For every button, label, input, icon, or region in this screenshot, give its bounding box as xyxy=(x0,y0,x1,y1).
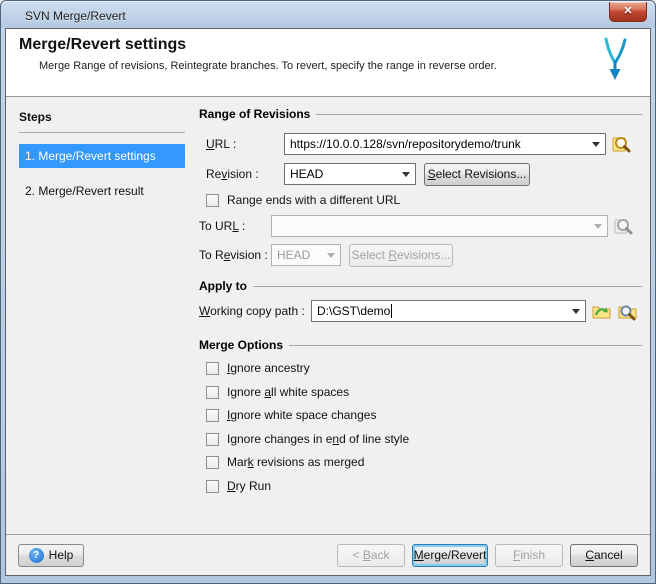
group-divider xyxy=(289,345,642,346)
checkbox-ignore-white-space-changes[interactable] xyxy=(206,409,219,422)
step-item-label: 1. Merge/Revert settings xyxy=(25,149,156,163)
url-label: URL : xyxy=(199,137,284,151)
chevron-down-icon[interactable] xyxy=(567,301,585,321)
select-revisions-button[interactable]: Select Revisions... xyxy=(424,163,530,186)
folder-arrow-icon xyxy=(591,301,612,322)
step-item-merge-revert-result[interactable]: 2. Merge/Revert result xyxy=(19,179,185,203)
group-title: Merge Options xyxy=(199,338,283,352)
cancel-label: Cancel xyxy=(585,548,622,562)
chevron-down-icon[interactable] xyxy=(587,134,605,154)
merge-branch-icon xyxy=(598,37,632,88)
group-divider xyxy=(253,286,642,287)
apply-to-group-header: Apply to xyxy=(199,279,642,293)
working-copy-value: D:\GST\demo xyxy=(317,304,390,318)
cancel-button[interactable]: Cancel xyxy=(570,544,638,567)
different-url-row: Range ends with a different URL xyxy=(199,192,642,208)
option-row: Mark revisions as merged xyxy=(199,454,642,470)
option-row: Dry Run xyxy=(199,478,642,494)
close-icon: ✕ xyxy=(623,5,632,17)
back-button: < Back xyxy=(337,544,405,567)
url-combobox-value: https://10.0.0.128/svn/repositorydemo/tr… xyxy=(290,137,521,151)
checkbox-ignore-eol-style[interactable] xyxy=(206,433,219,446)
window-titlebar[interactable]: SVN Merge/Revert ✕ xyxy=(1,1,655,28)
to-url-row: To URL : xyxy=(199,215,642,237)
window-title: SVN Merge/Revert xyxy=(25,9,126,23)
to-select-revisions-button: Select Revisions... xyxy=(349,244,453,267)
to-revision-label: To Revision : xyxy=(199,248,271,262)
url-combobox[interactable]: https://10.0.0.128/svn/repositorydemo/tr… xyxy=(284,133,606,155)
to-revision-combobox-value: HEAD xyxy=(277,248,310,262)
group-title: Apply to xyxy=(199,279,247,293)
group-title: Range of Revisions xyxy=(199,107,310,121)
back-label: < Back xyxy=(352,548,389,562)
checkbox-dry-run[interactable] xyxy=(206,480,219,493)
url-row: URL : https://10.0.0.128/svn/repositoryd… xyxy=(199,133,642,155)
magnifier-icon-disabled xyxy=(613,216,634,237)
checkbox-range-ends-different-url[interactable] xyxy=(206,194,219,207)
working-copy-combobox[interactable]: D:\GST\demo xyxy=(311,300,586,322)
text-cursor xyxy=(391,304,392,318)
option-row: Ignore white space changes xyxy=(199,407,642,423)
revision-label: Revision : xyxy=(199,167,284,181)
checkbox-ignore-ancestry[interactable] xyxy=(206,362,219,375)
revision-combobox[interactable]: HEAD xyxy=(284,163,416,185)
revision-row: Revision : HEAD Select Revisions... xyxy=(199,163,642,185)
browse-folder-button[interactable] xyxy=(591,301,612,322)
revision-combobox-value: HEAD xyxy=(290,167,323,181)
help-icon: ? xyxy=(29,548,44,563)
working-copy-row: Working copy path : D:\GST\demo xyxy=(199,300,642,322)
browse-repository-button[interactable] xyxy=(611,134,632,155)
option-label[interactable]: Ignore changes in end of line style xyxy=(227,432,409,446)
checkbox-mark-revisions-merged[interactable] xyxy=(206,456,219,469)
checkbox-ignore-all-white-spaces[interactable] xyxy=(206,386,219,399)
step-item-merge-revert-settings[interactable]: 1. Merge/Revert settings xyxy=(19,144,185,168)
to-url-combobox xyxy=(271,215,608,237)
merge-revert-label: Merge/Revert xyxy=(414,548,487,562)
option-label[interactable]: Ignore ancestry xyxy=(227,361,310,375)
search-working-copy-button[interactable] xyxy=(617,301,638,322)
close-button[interactable]: ✕ xyxy=(609,2,647,22)
settings-panel: Range of Revisions URL : https://10.0.0.… xyxy=(199,97,642,534)
option-row: Ignore changes in end of line style xyxy=(199,431,642,447)
option-label[interactable]: Ignore all white spaces xyxy=(227,385,349,399)
wizard-body: Steps 1. Merge/Revert settings 2. Merge/… xyxy=(6,96,650,534)
merge-options-group-header: Merge Options xyxy=(199,338,642,352)
step-item-label: 2. Merge/Revert result xyxy=(25,184,144,198)
to-url-label: To URL : xyxy=(199,219,271,233)
working-copy-label: Working copy path : xyxy=(199,304,311,318)
group-divider xyxy=(316,114,642,115)
range-of-revisions-group-header: Range of Revisions xyxy=(199,107,642,121)
option-row: Ignore ancestry xyxy=(199,360,642,376)
browse-repository-button-disabled xyxy=(613,216,634,237)
page-subtitle: Merge Range of revisions, Reintegrate br… xyxy=(39,60,497,72)
dialog-surface: Merge/Revert settings Merge Range of rev… xyxy=(5,28,651,576)
page-title: Merge/Revert settings xyxy=(19,36,186,54)
finish-label: Finish xyxy=(513,548,545,562)
magnifier-icon xyxy=(611,134,632,155)
option-label[interactable]: Mark revisions as merged xyxy=(227,455,364,469)
select-revisions-label: Select Revisions... xyxy=(428,167,527,181)
svn-merge-revert-window: SVN Merge/Revert ✕ Merge/Revert settings… xyxy=(0,0,656,584)
chevron-down-icon xyxy=(589,216,607,236)
wizard-header: Merge/Revert settings Merge Range of rev… xyxy=(6,29,650,96)
to-select-revisions-label: Select Revisions... xyxy=(352,248,451,262)
different-url-checkbox-label[interactable]: Range ends with a different URL xyxy=(227,193,400,207)
merge-revert-button[interactable]: Merge/Revert xyxy=(412,544,488,567)
option-label[interactable]: Ignore white space changes xyxy=(227,408,376,422)
option-row: Ignore all white spaces xyxy=(199,384,642,400)
button-bar: ? Help < Back Merge/Revert Finish Cancel xyxy=(6,534,650,575)
option-label[interactable]: Dry Run xyxy=(227,479,271,493)
finish-button: Finish xyxy=(495,544,563,567)
to-revision-combobox: HEAD xyxy=(271,244,341,266)
steps-panel: Steps 1. Merge/Revert settings 2. Merge/… xyxy=(19,110,185,203)
help-label: Help xyxy=(49,548,74,562)
steps-heading: Steps xyxy=(19,110,185,133)
chevron-down-icon xyxy=(322,245,340,265)
to-revision-row: To Revision : HEAD Select Revisions... xyxy=(199,244,642,266)
help-button[interactable]: ? Help xyxy=(18,544,84,567)
chevron-down-icon[interactable] xyxy=(397,164,415,184)
folder-magnifier-icon xyxy=(617,301,638,322)
